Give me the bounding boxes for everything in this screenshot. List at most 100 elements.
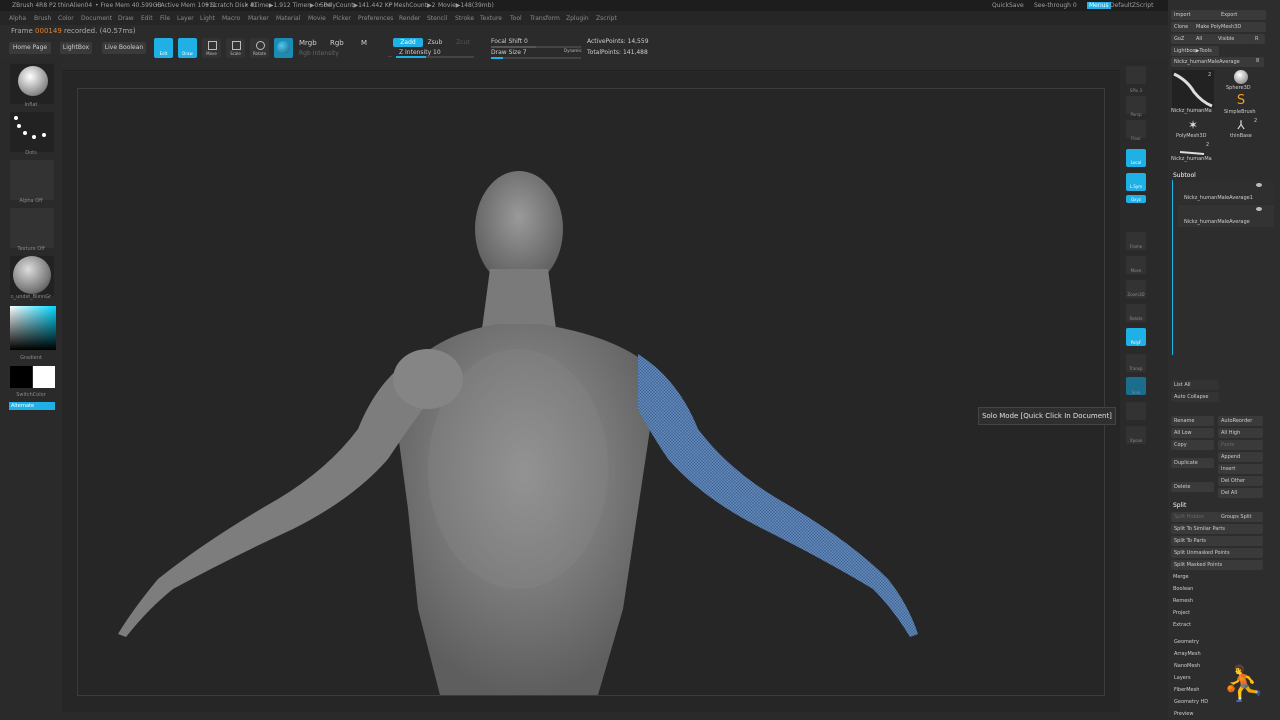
home-page-button[interactable]: Home Page [9,42,51,54]
draw-button[interactable]: Draw [178,38,197,58]
menu-alpha[interactable]: Alpha [9,15,26,22]
document-frame[interactable] [77,88,1105,696]
menu-document[interactable]: Document [81,15,112,22]
merge-section[interactable]: Merge [1173,574,1189,580]
split-masked-button[interactable]: Split Masked Points [1171,560,1263,570]
secondary-color-swatch[interactable] [10,366,32,388]
delete-button[interactable]: Delete [1171,482,1214,492]
nanomesh-subpalette[interactable]: NanoMesh [1174,663,1200,669]
goz-button[interactable]: GoZ [1171,34,1194,44]
dynamic-toggle[interactable]: Dynamic [564,48,582,53]
r-button[interactable]: R [1252,34,1265,44]
menu-movie[interactable]: Movie [308,15,326,22]
del-all-button[interactable]: Del All [1218,488,1263,498]
rgb-button[interactable]: Rgb [330,39,344,47]
tool-thumb-human2[interactable] [1178,143,1206,155]
z-intensity-slider[interactable]: Z Intensity 10 [399,49,441,56]
visible-button[interactable]: Visible [1215,34,1253,44]
subtool-item-2[interactable]: Nickz_humanMaleAverage [1178,205,1274,227]
stroke-thumbnail[interactable] [10,112,54,152]
menu-zplugin[interactable]: Zplugin [566,15,589,22]
duplicate-button[interactable]: Duplicate [1171,458,1214,468]
draw-size-slider[interactable]: Draw Size 7 [491,49,527,56]
append-button[interactable]: Append [1218,452,1263,462]
insert-button[interactable]: Insert [1218,464,1263,474]
move-button[interactable]: Move [202,38,221,58]
spix-button[interactable] [1126,66,1146,84]
auto-collapse-button[interactable]: Auto Collapse [1171,392,1219,402]
texture-thumbnail[interactable] [10,208,54,248]
preview-subpalette[interactable]: Preview [1174,711,1193,717]
mrgb-button[interactable]: Mrgb [299,39,317,47]
m-button[interactable]: M [361,39,367,47]
human-male-mesh[interactable] [78,89,1104,695]
all-high-button[interactable]: All High [1218,428,1263,438]
subtool-header[interactable]: Subtool [1173,172,1196,179]
all-button[interactable]: All [1193,34,1216,44]
menu-stroke[interactable]: Stroke [455,15,474,22]
split-unmasked-button[interactable]: Split Unmasked Points [1171,548,1263,558]
zsub-button[interactable]: Zsub [424,38,446,47]
edit-button[interactable]: Edit [154,38,173,58]
menu-color[interactable]: Color [58,15,74,22]
switch-color-button[interactable]: SwitchColor [0,392,62,398]
menu-file[interactable]: File [160,15,170,22]
menu-light[interactable]: Light [200,15,215,22]
see-through-slider[interactable]: See-through 0 [1034,2,1077,9]
paste-button[interactable]: Paste [1218,440,1263,450]
color-picker[interactable] [10,306,56,350]
groups-split-button[interactable]: Groups Split [1218,512,1263,522]
alpha-thumbnail[interactable] [10,160,54,200]
clone-button[interactable]: Clone [1171,22,1194,32]
subtool-scrollbar[interactable] [1172,180,1173,355]
menu-macro[interactable]: Macro [222,15,240,22]
live-boolean-button[interactable]: Live Boolean [102,42,146,54]
make-polymesh-button[interactable]: Make PolyMesh3D [1193,22,1266,32]
menu-preferences[interactable]: Preferences [358,15,393,22]
import-button[interactable]: Import [1171,10,1219,20]
list-all-button[interactable]: List All [1171,380,1219,390]
project-section[interactable]: Project [1173,610,1190,616]
rename-button[interactable]: Rename [1171,416,1214,426]
remesh-section[interactable]: Remesh [1173,598,1193,604]
menu-render[interactable]: Render [399,15,420,22]
current-tool-slider[interactable]: Nickz_humanMaleAverage [1171,57,1264,67]
scale-button[interactable]: Scale [226,38,245,58]
sphere3d-icon[interactable] [1234,70,1248,84]
default-zscript[interactable]: DefaultZScript [1110,2,1153,9]
alternate-button[interactable]: Alternate [9,402,55,410]
menu-tool[interactable]: Tool [510,15,522,22]
split-parts-button[interactable]: Split To Parts [1171,536,1263,546]
boolean-section[interactable]: Boolean [1173,586,1193,592]
zcut-button[interactable]: Zcut [452,38,474,47]
fibermesh-subpalette[interactable]: FiberMesh [1174,687,1199,693]
menu-stencil[interactable]: Stencil [427,15,447,22]
menus-button[interactable]: Menus [1087,2,1111,9]
thinbase-icon[interactable]: ⅄ [1234,118,1248,132]
copy-button[interactable]: Copy [1171,440,1214,450]
eye-icon[interactable] [1256,207,1262,211]
material-sphere-button[interactable] [274,38,293,58]
export-button[interactable]: Export [1218,10,1266,20]
simplebrush-icon[interactable]: S [1234,94,1248,108]
menu-picker[interactable]: Picker [333,15,351,22]
zadd-button[interactable]: Zadd [393,38,423,47]
all-low-button[interactable]: All Low [1171,428,1214,438]
lightbox-button[interactable]: LightBox [60,42,92,54]
menu-draw[interactable]: Draw [118,15,134,22]
arraymesh-subpalette[interactable]: ArrayMesh [1174,651,1201,657]
geometry-hd-subpalette[interactable]: Geometry HD [1174,699,1208,705]
menu-layer[interactable]: Layer [177,15,194,22]
main-color-swatch[interactable] [33,366,55,388]
menu-material[interactable]: Material [276,15,300,22]
geometry-subpalette[interactable]: Geometry [1174,639,1199,645]
menu-brush[interactable]: Brush [34,15,51,22]
rotate-button[interactable]: Rotate [250,38,269,58]
menu-edit[interactable]: Edit [141,15,153,22]
lightbox-tools-button[interactable]: Lightbox▶Tools [1171,46,1219,56]
dynamic-solo-button[interactable] [1126,402,1146,420]
layers-subpalette[interactable]: Layers [1174,675,1191,681]
menu-transform[interactable]: Transform [530,15,560,22]
split-header[interactable]: Split [1173,502,1186,509]
menu-zscript[interactable]: Zscript [596,15,617,22]
